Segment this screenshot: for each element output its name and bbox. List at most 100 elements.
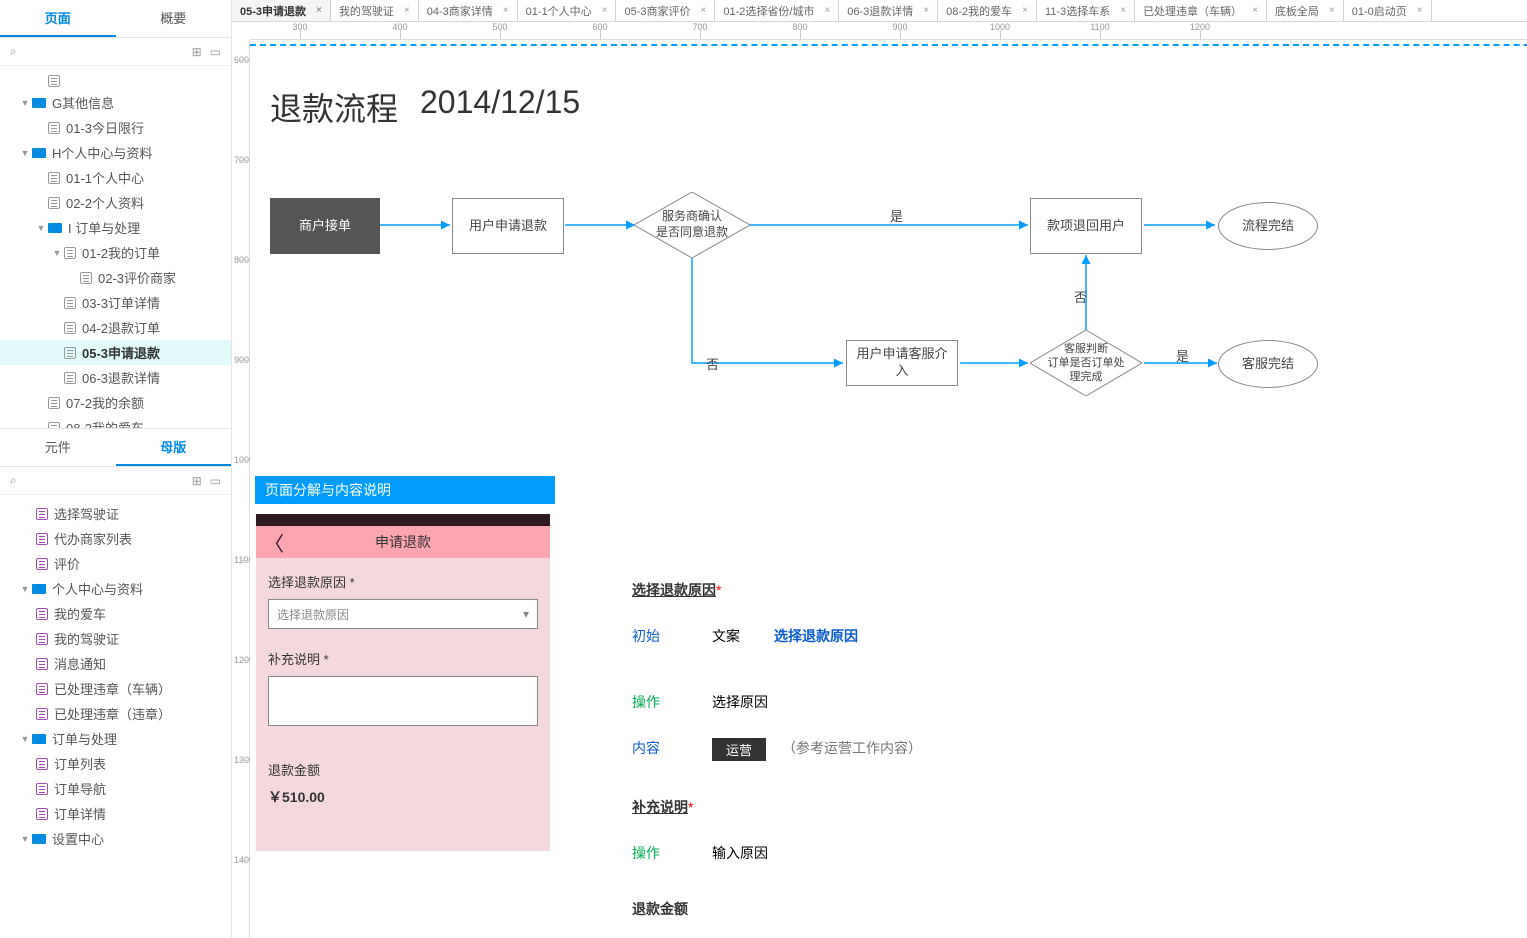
left-panel: 页面 概要 ⌕ ⊞ ▭ ▼G其他信息 01-3今日限行 ▼H个人中心与资料 01…	[0, 0, 232, 938]
flow-node-merchant[interactable]: 商户接单	[270, 198, 380, 254]
close-icon[interactable]: ×	[1120, 5, 1126, 16]
phone-mock: 〈 申请退款 选择退款原因 * 选择退款原因▾ 补充说明 * 退款金额 ￥510…	[256, 514, 550, 851]
tree-folder-g[interactable]: ▼G其他信息	[0, 90, 231, 115]
add-master-icon[interactable]: ⊞	[192, 474, 202, 488]
close-icon[interactable]: ×	[824, 5, 830, 16]
flow-label-no: 否	[1074, 287, 1087, 306]
close-icon[interactable]: ×	[923, 5, 929, 16]
flow-decision-cs[interactable]: 客服判断 订单是否订单处 理完成	[1030, 330, 1142, 396]
pages-tree[interactable]: ▼G其他信息 01-3今日限行 ▼H个人中心与资料 01-1个人中心 02-2个…	[0, 66, 231, 428]
tab-elements[interactable]: 元件	[0, 429, 116, 466]
doc-tab[interactable]: 底板全局×	[1267, 0, 1344, 21]
tab-pages[interactable]: 页面	[0, 0, 116, 37]
master-folder[interactable]: ▼设置中心	[0, 826, 231, 851]
master-item[interactable]: 选择驾驶证	[0, 501, 231, 526]
masters-search: ⌕ ⊞ ▭	[0, 467, 231, 495]
tree-page[interactable]	[0, 72, 231, 90]
search-icon: ⌕	[10, 44, 17, 59]
doc-tab[interactable]: 05-3申请退款×	[232, 0, 331, 21]
tree-page[interactable]: 08-2我的爱车	[0, 415, 231, 428]
master-item[interactable]: 已处理违章（车辆）	[0, 676, 231, 701]
flow-label-yes: 是	[890, 206, 903, 225]
doc-tab[interactable]: 01-1个人中心×	[518, 0, 617, 21]
tree-folder-i[interactable]: ▼I 订单与处理	[0, 215, 231, 240]
doc-tab[interactable]: 01-0启动页×	[1344, 0, 1432, 21]
amount-value: ￥510.00	[268, 787, 538, 807]
doc-tab[interactable]: 06-3退款详情×	[839, 0, 938, 21]
close-icon[interactable]: ×	[404, 5, 410, 16]
master-folder[interactable]: ▼个人中心与资料	[0, 576, 231, 601]
master-item[interactable]: 订单导航	[0, 776, 231, 801]
tree-page[interactable]: 01-1个人中心	[0, 165, 231, 190]
back-icon[interactable]: 〈	[264, 528, 284, 557]
tree-folder-h[interactable]: ▼H个人中心与资料	[0, 140, 231, 165]
lower-panel-tabs: 元件 母版	[0, 429, 231, 467]
tree-page[interactable]: 03-3订单详情	[0, 290, 231, 315]
close-icon[interactable]: ×	[316, 5, 322, 16]
close-icon[interactable]: ×	[602, 5, 608, 16]
flow-decision-service[interactable]: 服务商确认 是否同意退款	[634, 192, 750, 258]
tree-page[interactable]: 02-2个人资料	[0, 190, 231, 215]
reason-select[interactable]: 选择退款原因▾	[268, 599, 538, 629]
doc-tab[interactable]: 已处理违章（车辆）×	[1135, 0, 1267, 21]
doc-tab[interactable]: 05-3商家评价×	[616, 0, 715, 21]
close-icon[interactable]: ×	[503, 5, 509, 16]
tree-page[interactable]: 06-3退款详情	[0, 365, 231, 390]
master-item[interactable]: 已处理违章（违章）	[0, 701, 231, 726]
guide-line[interactable]	[250, 44, 1527, 46]
vertical-ruler: 60070080090010001100120013001400	[232, 40, 250, 938]
add-master-folder-icon[interactable]: ▭	[210, 474, 221, 488]
page-date: 2014/12/15	[420, 84, 580, 121]
chevron-down-icon: ▾	[523, 607, 529, 621]
tab-masters[interactable]: 母版	[116, 429, 232, 466]
flow-node-refund[interactable]: 款项退回用户	[1030, 198, 1142, 254]
masters-tree[interactable]: 选择驾驶证 代办商家列表 评价 ▼个人中心与资料 我的爱车 我的驾驶证 消息通知…	[0, 495, 231, 938]
doc-tab[interactable]: 01-2选择省份/城市×	[715, 0, 839, 21]
phone-statusbar	[256, 514, 550, 526]
flow-node-apply[interactable]: 用户申请退款	[452, 198, 564, 254]
tree-page[interactable]: ▼01-2我的订单	[0, 240, 231, 265]
masters-search-input[interactable]	[23, 474, 184, 488]
tab-outline[interactable]: 概要	[116, 0, 232, 37]
master-item[interactable]: 评价	[0, 551, 231, 576]
tree-page[interactable]: 02-3评价商家	[0, 265, 231, 290]
master-item[interactable]: 消息通知	[0, 651, 231, 676]
note-label: 补充说明 *	[268, 649, 538, 668]
tree-page[interactable]: 07-2我的余额	[0, 390, 231, 415]
canvas[interactable]: 退款流程 2014/12/15	[250, 40, 1527, 938]
spec-block-1: 选择退款原因* 初始文案选择退款原因 操作选择原因 内容运营（参考运营工作内容）…	[632, 580, 922, 919]
phone-navbar: 〈 申请退款	[256, 526, 550, 558]
document-tabs: 05-3申请退款×我的驾驶证×04-3商家详情×01-1个人中心×05-3商家评…	[232, 0, 1527, 22]
flow-label-yes: 是	[1176, 346, 1189, 365]
flow-node-cs-done[interactable]: 客服完结	[1218, 340, 1318, 388]
editor-area: 05-3申请退款×我的驾驶证×04-3商家详情×01-1个人中心×05-3商家评…	[232, 0, 1527, 938]
amount-label: 退款金额	[268, 760, 538, 779]
pages-search-input[interactable]	[23, 45, 184, 59]
add-page-icon[interactable]: ⊞	[192, 45, 202, 59]
master-item[interactable]: 我的爱车	[0, 601, 231, 626]
close-icon[interactable]: ×	[1022, 5, 1028, 16]
tree-page[interactable]: 01-3今日限行	[0, 115, 231, 140]
tree-page-active[interactable]: 05-3申请退款	[0, 340, 231, 365]
note-textarea[interactable]	[268, 676, 538, 726]
close-icon[interactable]: ×	[1252, 5, 1258, 16]
reason-label: 选择退款原因 *	[268, 572, 538, 591]
master-item[interactable]: 我的驾驶证	[0, 626, 231, 651]
close-icon[interactable]: ×	[1329, 5, 1335, 16]
close-icon[interactable]: ×	[1417, 5, 1423, 16]
master-item[interactable]: 订单详情	[0, 801, 231, 826]
master-item[interactable]: 代办商家列表	[0, 526, 231, 551]
flow-node-cs-apply[interactable]: 用户申请客服介入	[846, 340, 958, 386]
master-folder[interactable]: ▼订单与处理	[0, 726, 231, 751]
master-item[interactable]: 订单列表	[0, 751, 231, 776]
add-folder-icon[interactable]: ▭	[210, 45, 221, 59]
doc-tab[interactable]: 04-3商家详情×	[419, 0, 518, 21]
tree-page[interactable]: 04-2退款订单	[0, 315, 231, 340]
doc-tab[interactable]: 08-2我的爱车×	[938, 0, 1037, 21]
flow-node-done[interactable]: 流程完结	[1218, 202, 1318, 250]
horizontal-ruler: 300400500600700800900100011001200	[250, 22, 1527, 40]
close-icon[interactable]: ×	[701, 5, 707, 16]
doc-tab[interactable]: 我的驾驶证×	[331, 0, 419, 21]
doc-tab[interactable]: 11-3选择车系×	[1037, 0, 1135, 21]
search-icon: ⌕	[10, 473, 17, 488]
